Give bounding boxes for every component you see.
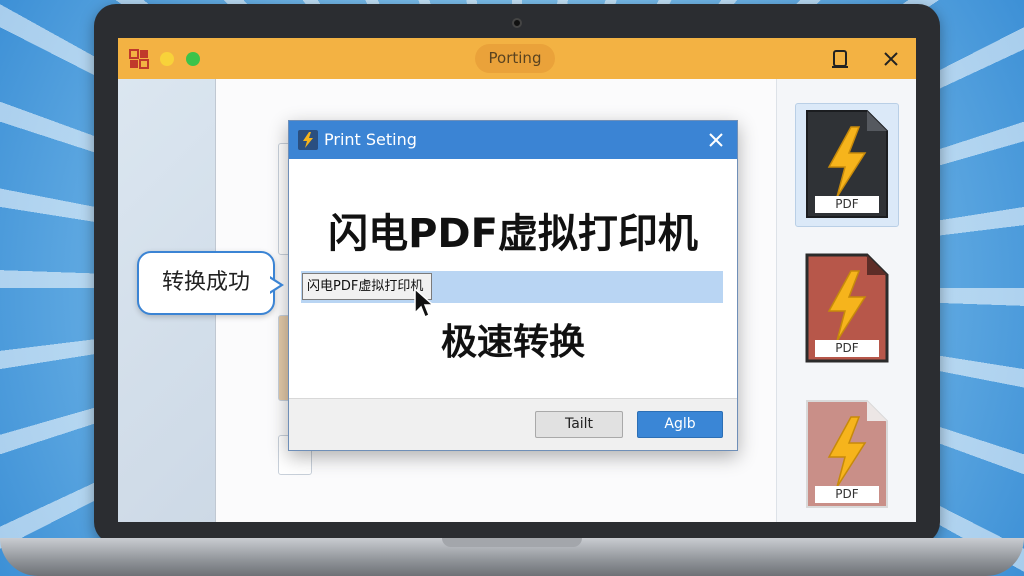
dialog-title: Print Seting <box>324 130 417 149</box>
dialog-heading: 闪电PDF虚拟打印机 <box>328 211 698 257</box>
webcam <box>512 18 522 28</box>
file-label: PDF <box>815 340 879 357</box>
pdf-file-item[interactable]: PDF <box>805 253 889 363</box>
dialog-subheading: 极速转换 <box>440 322 585 363</box>
cancel-button[interactable]: Tailt <box>535 411 623 438</box>
title-bar: Porting <box>118 38 916 79</box>
print-setting-dialog: Print Seting 闪电PDF虚拟打印机 闪电PDF虚拟打印机 极速转换 … <box>288 120 738 451</box>
maximize-dot[interactable] <box>186 52 200 66</box>
callout-tail-inner <box>269 278 280 292</box>
pdf-file-item[interactable]: PDF <box>795 103 899 227</box>
restore-icon[interactable] <box>827 46 853 72</box>
laptop-base <box>0 538 1024 576</box>
printer-app-icon <box>298 130 318 150</box>
app-logo-icon <box>129 49 149 69</box>
dialog-title-bar: Print Seting <box>289 121 737 159</box>
file-label: PDF <box>815 486 879 503</box>
dialog-footer: Tailt Aglb <box>289 398 737 450</box>
close-icon[interactable] <box>878 46 904 72</box>
file-panel: PDF PDF PDF <box>776 79 916 522</box>
laptop-notch <box>442 538 582 547</box>
window-title: Porting <box>475 44 555 73</box>
printer-select-row[interactable]: 闪电PDF虚拟打印机 <box>301 271 723 303</box>
file-label: PDF <box>815 196 879 213</box>
apply-button[interactable]: Aglb <box>637 411 723 438</box>
dialog-close-icon[interactable] <box>703 127 729 153</box>
success-callout: 转换成功 <box>137 251 275 315</box>
minimize-dot[interactable] <box>160 52 174 66</box>
pdf-file-item[interactable]: PDF <box>805 399 889 509</box>
